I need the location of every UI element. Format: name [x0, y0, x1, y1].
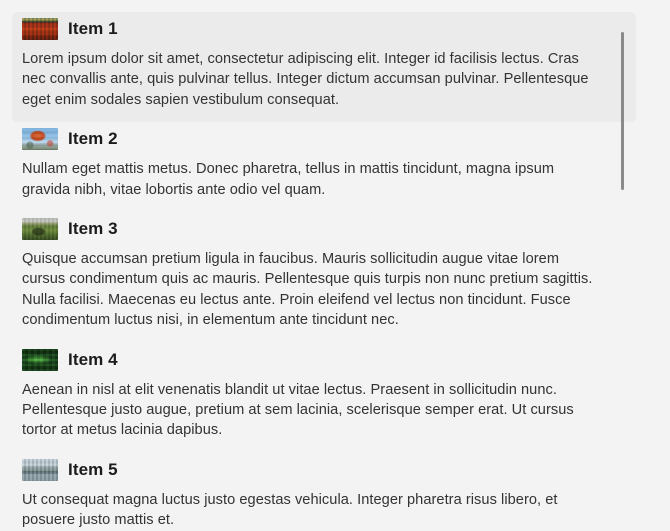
list-item[interactable]: Item 3 Quisque accumsan pretium ligula i…	[12, 212, 636, 343]
item-list: Item 1 Lorem ipsum dolor sit amet, conse…	[0, 0, 670, 531]
list-item-body: Ut consequat magna luctus justo egestas …	[22, 491, 558, 529]
list-item-header: Item 3	[22, 216, 626, 242]
list-item-title: Item 5	[68, 459, 118, 479]
list-item[interactable]: Item 5 Ut consequat magna luctus justo e…	[12, 453, 636, 531]
list-item-header: Item 2	[22, 126, 626, 152]
list-item-body: Nullam eget mattis metus. Donec pharetra…	[22, 161, 555, 198]
hot-air-balloon-thumbnail-icon	[22, 128, 58, 151]
list-item[interactable]: Item 1 Lorem ipsum dolor sit amet, conse…	[12, 12, 636, 123]
poppy-field-thumbnail-icon	[22, 18, 58, 40]
list-item[interactable]: Item 2 Nullam eget mattis metus. Donec p…	[12, 122, 636, 212]
list-item-header: Item 4	[22, 347, 626, 373]
list-item-title: Item 2	[68, 129, 118, 149]
list-item-header: Item 5	[22, 457, 626, 483]
scrollbar-thumb[interactable]	[621, 32, 624, 190]
list-item-body: Lorem ipsum dolor sit amet, consectetur …	[22, 51, 589, 108]
dark-green-thumbnail-icon	[22, 348, 58, 371]
lake-waterfront-thumbnail-icon	[22, 458, 58, 481]
list-item-title: Item 3	[68, 219, 118, 239]
list-item-header: Item 1	[22, 16, 626, 42]
green-field-thumbnail-icon	[22, 218, 58, 241]
list-item-body: Quisque accumsan pretium ligula in fauci…	[22, 251, 593, 329]
list-item-title: Item 1	[68, 19, 118, 38]
list-item-body: Aenean in nisl at elit venenatis blandit…	[22, 381, 574, 439]
vertical-scrollbar[interactable]	[617, 0, 629, 531]
list-item-title: Item 4	[68, 349, 118, 369]
list-item[interactable]: Item 4 Aenean in nisl at elit venenatis …	[12, 343, 636, 453]
list-viewport: Item 1 Lorem ipsum dolor sit amet, conse…	[0, 0, 670, 531]
app-window: Item 1 Lorem ipsum dolor sit amet, conse…	[0, 0, 670, 531]
